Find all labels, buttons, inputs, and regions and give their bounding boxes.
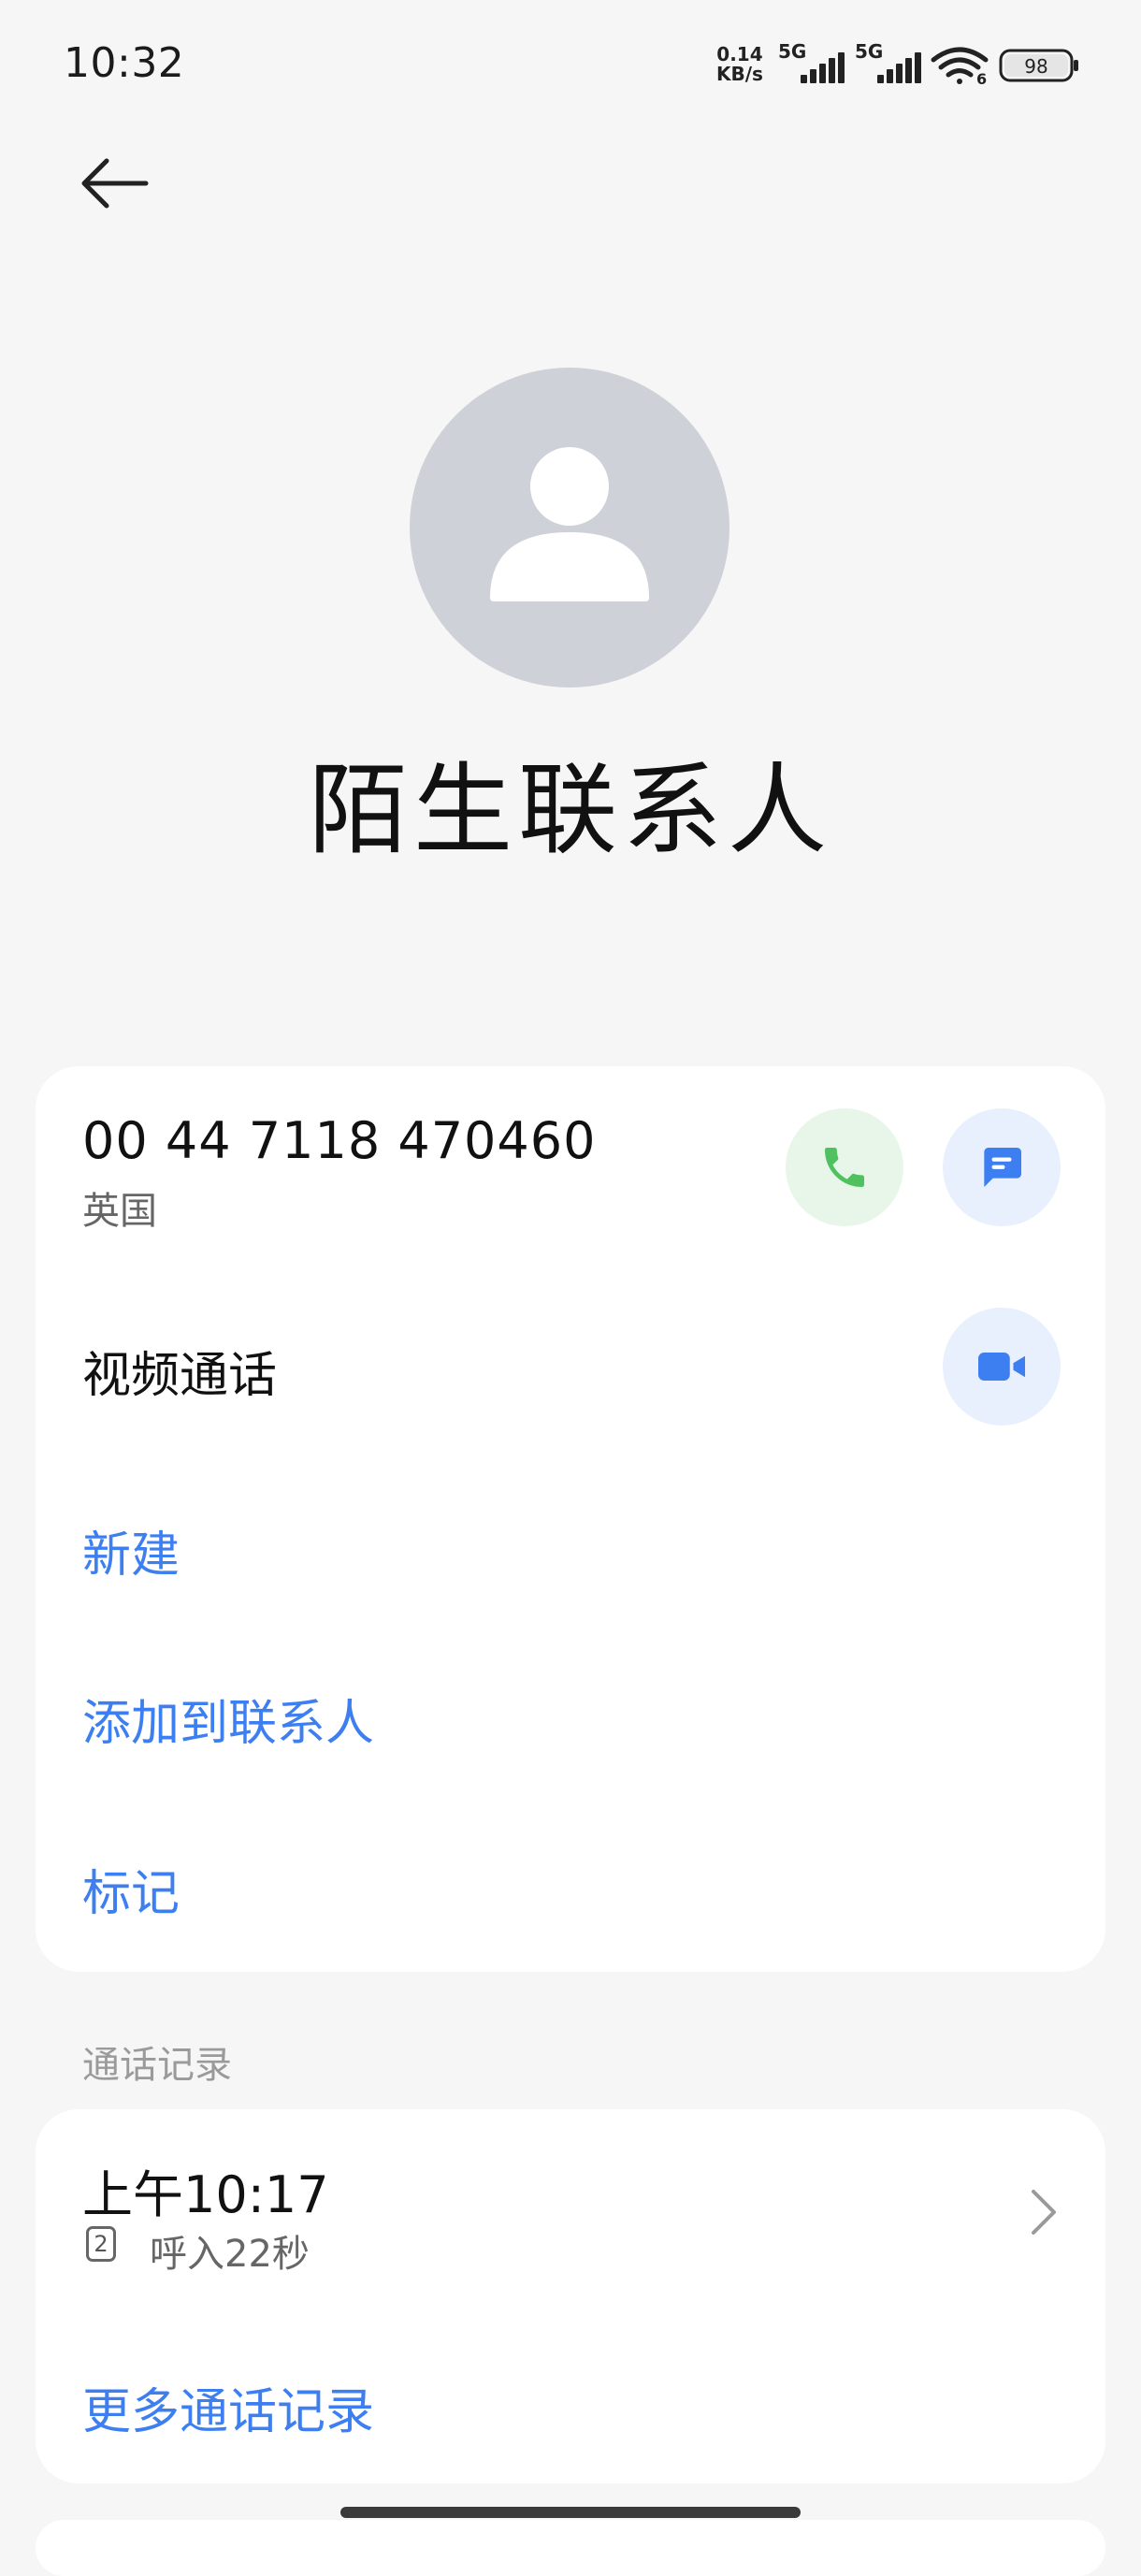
battery-level: 98 bbox=[1024, 55, 1047, 78]
video-call-label: 视频通话 bbox=[82, 1348, 278, 1404]
sim1-network-label: 5G bbox=[778, 40, 806, 63]
next-card-peek bbox=[36, 2520, 1105, 2576]
arrow-left-icon bbox=[81, 158, 149, 209]
chevron-right-icon[interactable] bbox=[1019, 2184, 1066, 2240]
call-button[interactable] bbox=[786, 1108, 903, 1226]
phone-region: 英国 bbox=[82, 1190, 157, 1233]
mark-link[interactable]: 标记 bbox=[82, 1854, 180, 1924]
status-bar-icons: 0.14 KB/s 5G 5G 6 98 bbox=[716, 37, 1090, 94]
back-button[interactable] bbox=[62, 138, 166, 228]
message-icon bbox=[984, 1148, 1021, 1187]
call-log-entry-detail: 呼入22秒 bbox=[150, 2233, 310, 2276]
add-to-contacts-link[interactable]: 添加到联系人 bbox=[82, 1684, 374, 1754]
message-button[interactable] bbox=[943, 1108, 1061, 1226]
contact-details-card bbox=[36, 1066, 1105, 1972]
new-contact-link[interactable]: 新建 bbox=[82, 1515, 180, 1585]
call-log-section-title: 通话记录 bbox=[82, 2044, 232, 2087]
call-log-entry-time[interactable]: 上午10:17 bbox=[82, 2153, 329, 2227]
sim2-network-label: 5G bbox=[855, 40, 883, 63]
status-icons-graphic: 5G 5G 6 98 bbox=[778, 40, 1078, 88]
signal-bars-sim2-icon bbox=[877, 52, 921, 83]
wifi-badge: 6 bbox=[976, 70, 987, 88]
phone-number[interactable]: 00 44 7118 470460 bbox=[82, 1111, 597, 1170]
person-icon bbox=[490, 447, 649, 601]
video-camera-icon bbox=[978, 1353, 1025, 1381]
status-bar-time: 10:32 bbox=[64, 39, 185, 87]
sim-card-icon: 2 bbox=[86, 2226, 116, 2262]
more-call-log-link[interactable]: 更多通话记录 bbox=[82, 2372, 374, 2442]
video-call-button[interactable] bbox=[943, 1308, 1061, 1425]
signal-bars-sim1-icon bbox=[801, 52, 845, 83]
phone-icon bbox=[825, 1148, 864, 1187]
battery-icon: 98 bbox=[999, 49, 1078, 82]
home-indicator[interactable] bbox=[340, 2507, 801, 2518]
contact-name: 陌生联系人 bbox=[309, 753, 832, 868]
contact-avatar bbox=[410, 368, 729, 687]
